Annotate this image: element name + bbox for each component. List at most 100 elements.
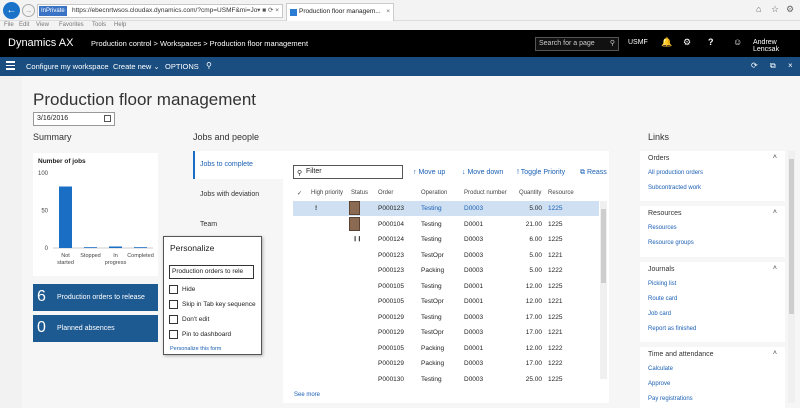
scroll-thumb[interactable]: [789, 159, 794, 314]
chart-bar[interactable]: [134, 247, 147, 248]
table-row[interactable]: P000123 Packing D0003 5.00 1222: [293, 263, 599, 278]
link-group-title[interactable]: Resources: [648, 210, 681, 217]
date-field[interactable]: 3/16/2016: [33, 112, 115, 126]
chart-bar[interactable]: [109, 246, 122, 249]
table-row[interactable]: P000105 TestOpr D0001 12.00 1221: [293, 294, 599, 309]
cell-product-number[interactable]: D0003: [464, 205, 483, 212]
menu-edit[interactable]: Edit: [19, 22, 29, 28]
tab-jobs-with-deviation[interactable]: Jobs with deviation: [200, 191, 259, 198]
col-status[interactable]: Status: [351, 190, 368, 196]
skip-tab-checkbox[interactable]: Skip in Tab key sequence: [169, 300, 256, 309]
bell-icon[interactable]: 🔔: [661, 37, 672, 48]
user-name[interactable]: Andrew Lencsak: [753, 39, 800, 53]
table-row[interactable]: P000129 Packing D0003 17.00 1222: [293, 356, 599, 371]
tile-production-orders-to-release[interactable]: 6 Production orders to release: [33, 284, 158, 311]
hamburger-menu-icon[interactable]: [6, 61, 15, 70]
back-arrow-icon[interactable]: ←: [3, 2, 20, 19]
tile-planned-absences[interactable]: 0 Planned absences: [33, 315, 158, 342]
table-row[interactable]: P000129 Testing D0003 17.00 1225: [293, 310, 599, 325]
link-item[interactable]: Route card: [648, 296, 677, 302]
col-operation[interactable]: Operation: [421, 190, 447, 196]
link-item[interactable]: Resource groups: [648, 240, 694, 246]
menu-help[interactable]: Help: [114, 22, 126, 28]
link-item[interactable]: Approve: [648, 381, 670, 387]
grid-scrollbar[interactable]: [600, 201, 607, 379]
chevron-up-icon[interactable]: ˄: [773, 265, 777, 272]
pin-dashboard-checkbox[interactable]: Pin to dashboard: [169, 330, 231, 339]
personalize-form-link[interactable]: Personalize this form: [170, 346, 221, 352]
company-picker[interactable]: USMF: [628, 39, 648, 46]
table-row[interactable]: P000105 Testing D0001 12.00 1225: [293, 279, 599, 294]
link-item[interactable]: Resources: [648, 225, 677, 231]
checkbox-icon[interactable]: [169, 330, 178, 339]
link-item[interactable]: Report as finished: [648, 326, 696, 332]
col-product-number[interactable]: Product number: [464, 190, 507, 196]
configure-workspace-button[interactable]: Configure my workspace: [26, 62, 109, 71]
scroll-thumb[interactable]: [601, 209, 606, 283]
toggle-priority-button[interactable]: ! Toggle Priority: [517, 169, 565, 176]
browser-tab[interactable]: Production floor managem... ×: [286, 3, 394, 21]
forward-arrow-icon[interactable]: →: [22, 4, 35, 17]
see-more-link[interactable]: See more: [294, 392, 320, 398]
chart-bar[interactable]: [59, 186, 72, 249]
chevron-up-icon[interactable]: ˄: [773, 350, 777, 357]
chart-bar[interactable]: [84, 247, 97, 248]
link-item[interactable]: Subcontracted work: [648, 185, 701, 191]
table-row[interactable]: P000104 Testing D0001 21.00 1225: [293, 216, 599, 232]
options-button[interactable]: OPTIONS: [165, 62, 199, 71]
chevron-up-icon[interactable]: ˄: [773, 209, 777, 216]
link-group-title[interactable]: Time and attendance: [648, 351, 714, 358]
col-high-priority[interactable]: High priority: [311, 190, 343, 196]
filter-input[interactable]: ⚲ Filter: [293, 165, 403, 179]
help-icon[interactable]: ?: [708, 37, 714, 47]
menu-favorites[interactable]: Favorites: [59, 22, 84, 28]
cell-resource[interactable]: 1225: [548, 205, 562, 212]
checkbox-icon[interactable]: [169, 315, 178, 324]
cell-operation[interactable]: Testing: [421, 205, 442, 212]
close-icon[interactable]: ×: [386, 4, 390, 20]
create-new-button[interactable]: Create new ⌄: [113, 62, 160, 71]
table-row[interactable]: P000130 Testing D0003 25.00 1225: [293, 372, 599, 387]
table-row[interactable]: P000123 TestOpr D0003 5.00 1221: [293, 248, 599, 263]
col-resource[interactable]: Resource: [548, 190, 574, 196]
gear-icon[interactable]: ⚙: [786, 4, 794, 15]
link-item[interactable]: Calculate: [648, 366, 673, 372]
tab-jobs-to-complete[interactable]: Jobs to complete: [200, 161, 253, 168]
table-row[interactable]: ! P000123 Testing D0003 5.00 1225: [293, 201, 599, 216]
label-input[interactable]: Production orders to rele: [169, 265, 254, 279]
reassign-button[interactable]: ⧉ Reass: [580, 169, 607, 177]
smiley-icon[interactable]: ☺: [733, 37, 742, 47]
tab-team[interactable]: Team: [200, 221, 217, 228]
link-group-title[interactable]: Orders: [648, 155, 669, 162]
menu-file[interactable]: File: [4, 22, 14, 28]
move-up-button[interactable]: ↑ Move up: [413, 169, 445, 176]
link-group-title[interactable]: Journals: [648, 266, 674, 273]
move-down-button[interactable]: ↓ Move down: [462, 169, 503, 176]
dont-edit-checkbox[interactable]: Don't edit: [169, 315, 209, 324]
link-item[interactable]: Pay registrations: [648, 396, 693, 402]
menu-view[interactable]: View: [36, 22, 49, 28]
chevron-up-icon[interactable]: ˄: [773, 154, 777, 161]
links-scrollbar[interactable]: [788, 151, 795, 403]
open-new-window-icon[interactable]: ⧉: [770, 61, 776, 71]
home-icon[interactable]: ⌂: [756, 4, 761, 14]
col-order[interactable]: Order: [378, 190, 393, 196]
hide-checkbox[interactable]: Hide: [169, 285, 195, 294]
search-icon[interactable]: ⚲: [206, 61, 212, 70]
select-all-checkmark-icon[interactable]: ✓: [297, 190, 302, 197]
search-input[interactable]: Search for a page ⚲: [535, 37, 619, 51]
table-row[interactable]: P000105 Packing D0001 12.00 1222: [293, 341, 599, 356]
star-icon[interactable]: ☆: [771, 4, 779, 15]
menu-tools[interactable]: Tools: [92, 22, 106, 28]
table-row[interactable]: ❙❙ P000124 Testing D0003 6.00 1225: [293, 232, 599, 247]
table-row[interactable]: P000129 TestOpr D0003 17.00 1221: [293, 325, 599, 340]
calendar-icon[interactable]: [104, 115, 111, 122]
link-item[interactable]: All production orders: [648, 170, 703, 176]
gear-icon[interactable]: ⚙: [683, 37, 691, 48]
checkbox-icon[interactable]: [169, 300, 178, 309]
address-bar[interactable]: InPrivate https://ebecnrtwsos.cloudax.dy…: [37, 4, 283, 18]
col-quantity[interactable]: Quantity: [519, 190, 541, 196]
link-item[interactable]: Picking list: [648, 281, 676, 287]
close-icon[interactable]: ×: [788, 61, 793, 70]
link-item[interactable]: Job card: [648, 311, 671, 317]
